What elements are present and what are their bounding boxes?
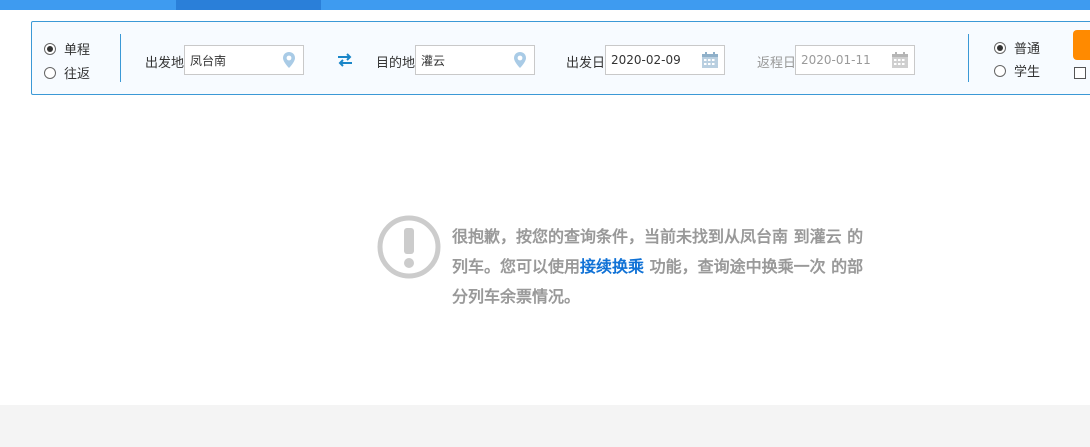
exclamation-circle-icon [377, 215, 441, 279]
divider [968, 34, 969, 82]
option-checkbox[interactable] [1074, 67, 1086, 79]
ticket-search-panel: 单程 往返 出发地 凤台南 目的地 灌云 出发日 2020-02-09 返程日 … [31, 21, 1090, 95]
return-date-value: 2020-01-11 [801, 53, 871, 67]
location-pin-icon [283, 52, 295, 68]
radio-unchecked-icon [994, 64, 1006, 77]
footer [0, 405, 1090, 447]
trip-type-roundtrip-radio[interactable]: 往返 [44, 63, 90, 82]
radio-checked-icon [994, 41, 1006, 54]
trip-type-oneway-radio[interactable]: 单程 [44, 39, 90, 58]
calendar-icon [702, 52, 718, 68]
trip-type-roundtrip-label: 往返 [64, 67, 91, 82]
from-station-value: 凤台南 [190, 53, 227, 68]
top-nav-active-tab[interactable] [176, 0, 321, 10]
calendar-icon [892, 52, 908, 68]
location-pin-icon [514, 52, 526, 68]
top-nav-bar [0, 0, 1090, 10]
radio-checked-icon [44, 42, 56, 55]
trip-type-oneway-label: 单程 [64, 43, 91, 58]
depart-date-value: 2020-02-09 [611, 53, 681, 67]
return-date-input[interactable]: 2020-01-11 [795, 45, 915, 75]
passenger-student-radio[interactable]: 学生 [994, 61, 1040, 80]
from-label: 出发地 [145, 56, 185, 71]
from-station-input[interactable]: 凤台南 [184, 45, 304, 75]
query-button[interactable] [1073, 30, 1090, 60]
depart-date-input[interactable]: 2020-02-09 [605, 45, 725, 75]
no-results-message: 很抱歉，按您的查询条件，当前未找到从凤台南 到灌云 的列车。您可以使用接续换乘 … [452, 222, 872, 312]
to-station-value: 灌云 [421, 53, 446, 68]
to-label: 目的地 [376, 56, 416, 71]
swap-arrows-icon[interactable] [335, 50, 355, 70]
return-date-label: 返程日 [757, 56, 797, 71]
divider [120, 34, 121, 82]
passenger-student-label: 学生 [1014, 65, 1041, 80]
transfer-link[interactable]: 接续换乘 [580, 257, 644, 276]
depart-date-label: 出发日 [566, 56, 606, 71]
to-station-input[interactable]: 灌云 [415, 45, 535, 75]
radio-unchecked-icon [44, 66, 56, 79]
passenger-normal-label: 普通 [1014, 42, 1041, 57]
passenger-normal-radio[interactable]: 普通 [994, 38, 1040, 57]
